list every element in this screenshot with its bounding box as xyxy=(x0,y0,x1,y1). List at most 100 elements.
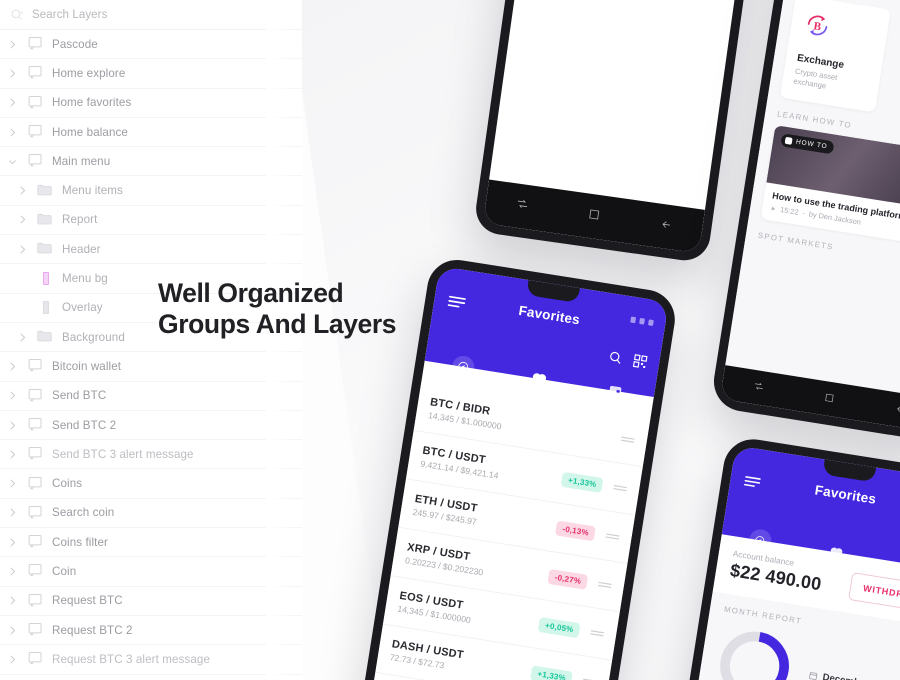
play-small-icon xyxy=(771,206,776,211)
video-duration: 15:22 xyxy=(779,204,800,217)
category-card-exchange[interactable]: B Exchange Crypto asset exchange xyxy=(779,0,891,113)
artboard-icon xyxy=(27,388,45,404)
layer-row[interactable]: Search coin xyxy=(0,499,302,529)
layer-row[interactable]: Send BTC 3 alert message xyxy=(0,440,302,470)
layer-row[interactable]: BTC Address xyxy=(0,675,302,680)
disclosure-arrow[interactable] xyxy=(14,332,30,343)
heart-icon xyxy=(532,372,547,386)
disclosure-arrow[interactable] xyxy=(14,185,30,196)
headline-line-1: Well Organized xyxy=(158,278,344,308)
search-input[interactable]: Search Layers xyxy=(32,9,107,21)
layer-row[interactable]: Request BTC xyxy=(0,587,302,616)
layer-row[interactable]: Send BTC xyxy=(0,382,302,411)
disclosure-arrow[interactable] xyxy=(4,449,20,460)
pair-info: XRP / USDT 0.20223 / $0.202230 xyxy=(404,541,550,587)
disclosure-arrow[interactable] xyxy=(4,595,20,606)
disclosure-arrow[interactable] xyxy=(4,97,20,108)
chip-dot-icon xyxy=(784,136,793,145)
compass-icon xyxy=(747,527,773,553)
folder-icon xyxy=(37,212,55,228)
layer-label: Search coin xyxy=(52,506,115,520)
home-icon[interactable] xyxy=(823,389,836,408)
phone-notch xyxy=(822,459,877,483)
artboard-icon xyxy=(27,622,45,638)
layer-row[interactable]: Header xyxy=(0,235,302,265)
pair-info: BTC / USDT 9,421.14 / $9,421.14 xyxy=(420,445,564,491)
recents-icon[interactable] xyxy=(752,378,766,397)
wallet-icon xyxy=(609,385,622,397)
change-badge: -0,13% xyxy=(555,520,596,541)
layer-row[interactable]: Send BTC 2 xyxy=(0,411,302,441)
layer-row[interactable]: Coins filter xyxy=(0,528,302,558)
sparkline-icon[interactable] xyxy=(618,434,637,445)
layer-row[interactable]: Pascode xyxy=(0,30,302,60)
layer-row[interactable]: Menu items xyxy=(0,176,302,206)
favorites-pair-list[interactable]: BTC / BIDR 14,345 / $1.000000 BTC / USDT… xyxy=(361,382,651,680)
artboard-icon xyxy=(27,651,45,667)
pair-info: EOS / USDT 14,345 / $1.000000 xyxy=(397,590,541,636)
layer-row[interactable]: Home balance xyxy=(0,118,302,148)
disclosure-arrow[interactable] xyxy=(4,478,20,489)
search-layers-row[interactable]: Search Layers xyxy=(0,0,302,30)
layer-row[interactable]: Report xyxy=(0,206,302,236)
artboard-icon xyxy=(27,65,45,81)
how-to-chip: HOW TO xyxy=(780,133,835,155)
folder-icon xyxy=(37,183,55,199)
disclosure-arrow[interactable] xyxy=(4,625,20,636)
disclosure-arrow[interactable] xyxy=(4,507,20,518)
layer-row[interactable]: Home explore xyxy=(0,59,302,89)
back-icon[interactable] xyxy=(894,400,900,419)
sparkline-icon[interactable] xyxy=(580,676,599,680)
layer-row[interactable]: Main menu xyxy=(0,147,302,177)
disclosure-arrow[interactable] xyxy=(14,244,30,255)
sparkline-icon[interactable] xyxy=(588,628,607,639)
disclosure-arrow[interactable] xyxy=(4,420,20,431)
recents-icon[interactable] xyxy=(515,197,530,217)
sparkline-icon[interactable] xyxy=(611,483,630,494)
folder-icon xyxy=(37,329,55,345)
page-title: Well Organized Groups And Layers xyxy=(158,278,397,340)
artboard-icon xyxy=(27,124,45,140)
disclosure-arrow[interactable] xyxy=(14,214,30,225)
artboard-icon xyxy=(27,505,45,521)
layer-label: Send BTC xyxy=(52,389,107,403)
video-card[interactable]: HOW TO How to use the trading platform 1… xyxy=(760,125,900,247)
layer-label: Menu bg xyxy=(62,272,108,286)
balance-header: Favorites xyxy=(721,445,900,571)
layer-label: Coins xyxy=(52,477,83,491)
back-icon[interactable] xyxy=(659,217,673,236)
layer-label: Home explore xyxy=(52,66,126,80)
disclosure-arrow[interactable] xyxy=(4,390,20,401)
layer-row[interactable]: Request BTC 2 xyxy=(0,616,302,646)
artboard-icon xyxy=(27,476,45,492)
disclosure-arrow[interactable] xyxy=(4,566,20,577)
disclosure-arrow[interactable] xyxy=(4,39,20,50)
disclosure-arrow[interactable] xyxy=(4,537,20,548)
disclosure-arrow[interactable] xyxy=(4,361,20,372)
layer-row[interactable]: Request BTC 3 alert message xyxy=(0,645,302,675)
screenshot-canvas: Send BTC 11 July, 17:05 - 0.043010 BTC -… xyxy=(0,0,900,680)
sparkline-icon[interactable] xyxy=(603,531,622,542)
month-row[interactable]: December xyxy=(808,669,869,680)
layer-label: Pascode xyxy=(52,37,98,51)
layer-row[interactable]: Coins xyxy=(0,469,302,499)
layer-row[interactable]: Coin xyxy=(0,557,302,587)
artboard-icon xyxy=(27,153,45,169)
disclosure-arrow[interactable] xyxy=(4,127,20,138)
sparkline-icon[interactable] xyxy=(595,579,614,590)
chip-label: HOW TO xyxy=(795,138,828,151)
home-icon[interactable] xyxy=(587,207,601,226)
layer-label: Overlay xyxy=(62,301,103,315)
layer-list[interactable]: Pascode Home explore Home favorites Home… xyxy=(0,30,302,680)
disclosure-arrow[interactable] xyxy=(4,654,20,665)
folder-icon xyxy=(37,241,55,257)
layer-label: Home favorites xyxy=(52,96,132,110)
layer-label: Header xyxy=(62,242,101,256)
heart-icon xyxy=(830,547,843,559)
layer-row[interactable]: Bitcoin wallet xyxy=(0,352,302,382)
layer-label: Send BTC 3 alert message xyxy=(52,447,194,461)
disclosure-arrow[interactable] xyxy=(4,68,20,79)
disclosure-arrow[interactable] xyxy=(4,156,20,167)
artboard-icon xyxy=(27,36,45,52)
layer-row[interactable]: Home favorites xyxy=(0,89,302,118)
